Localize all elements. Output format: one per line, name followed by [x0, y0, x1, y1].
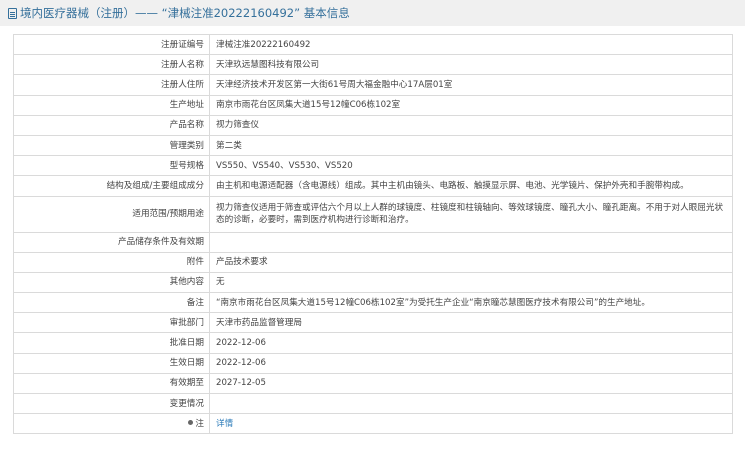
row-value: 详情 [209, 413, 733, 435]
note-label: 注 [13, 413, 210, 435]
row-value: 无 [209, 271, 733, 294]
row-label: 结构及组成/主要组成成分 [13, 175, 210, 197]
table-row: 注册证编号 津械注准20222160492 [13, 33, 733, 56]
row-label: 型号规格 [13, 155, 210, 177]
row-value: 视力筛查仪适用于筛查或评估六个月以上人群的球镜度、柱镜度和柱镜轴向、等效球镜度、… [209, 195, 733, 233]
table-row: 型号规格 VS550、VS540、VS530、VS520 [13, 155, 733, 177]
table-row: 注册人住所 天津经济技术开发区第一大街61号周大福金融中心17A层01室 [13, 74, 733, 96]
table-row: 附件 产品技术要求 [13, 251, 733, 273]
row-value: 视力筛查仪 [209, 114, 733, 136]
basic-info-table: 注册证编号 津械注准20222160492 注册人名称 天津玖远慧图科技有限公司… [13, 33, 733, 435]
row-label: 审批部门 [13, 312, 210, 334]
row-label: 管理类别 [13, 134, 210, 157]
table-row: 审批部门 天津市药品监督管理局 [13, 312, 733, 334]
row-label: 变更情况 [13, 392, 210, 415]
table-row: 生产地址 南京市雨花台区凤集大道15号12幢C06栋102室 [13, 94, 733, 116]
row-label: 适用范围/预期用途 [13, 195, 210, 233]
row-value [209, 392, 733, 415]
row-value: 由主机和电源适配器（含电源线）组成。其中主机由镜头、电路板、触摸显示屏、电池、光… [209, 175, 733, 197]
table-row: 备注 “南京市雨花台区凤集大道15号12幢C06栋102室”为受托生产企业“南京… [13, 292, 733, 314]
details-link[interactable]: 详情 [216, 419, 233, 429]
row-label: 产品储存条件及有效期 [13, 231, 210, 253]
row-label: 其他内容 [13, 271, 210, 294]
row-value: 津械注准20222160492 [209, 33, 733, 56]
row-label: 注册人住所 [13, 74, 210, 96]
table-row: 注册人名称 天津玖远慧图科技有限公司 [13, 54, 733, 76]
row-value: 天津市药品监督管理局 [209, 312, 733, 334]
row-label: 批准日期 [13, 332, 210, 354]
row-value: “南京市雨花台区凤集大道15号12幢C06栋102室”为受托生产企业“南京瞳芯慧… [209, 292, 733, 314]
table-row: 适用范围/预期用途 视力筛查仪适用于筛查或评估六个月以上人群的球镜度、柱镜度和柱… [13, 195, 733, 233]
table-row: 其他内容 无 [13, 271, 733, 294]
table-row: 批准日期 2022-12-06 [13, 332, 733, 354]
row-value: 天津玖远慧图科技有限公司 [209, 54, 733, 76]
page-title: 境内医疗器械（注册）—— “津械注准20222160492” 基本信息 [20, 6, 350, 20]
page-header: 境内医疗器械（注册）—— “津械注准20222160492” 基本信息 [0, 0, 745, 26]
table-row: 产品储存条件及有效期 [13, 231, 733, 253]
table-row: 结构及组成/主要组成成分 由主机和电源适配器（含电源线）组成。其中主机由镜头、电… [13, 175, 733, 197]
row-label: 备注 [13, 292, 210, 314]
table-row: 管理类别 第二类 [13, 134, 733, 157]
table-row: 生效日期 2022-12-06 [13, 352, 733, 374]
table-row: 注 详情 [13, 413, 733, 435]
row-label: 产品名称 [13, 114, 210, 136]
row-value: 第二类 [209, 134, 733, 157]
table-row: 有效期至 2027-12-05 [13, 372, 733, 395]
row-label: 注 [195, 418, 204, 429]
row-value: 南京市雨花台区凤集大道15号12幢C06栋102室 [209, 94, 733, 116]
row-value [209, 231, 733, 253]
pin-icon [188, 419, 194, 425]
row-value: 2022-12-06 [209, 332, 733, 354]
table-row: 变更情况 [13, 392, 733, 415]
row-value: 2022-12-06 [209, 352, 733, 374]
row-value: 产品技术要求 [209, 251, 733, 273]
row-label: 附件 [13, 251, 210, 273]
row-label: 注册人名称 [13, 54, 210, 76]
row-label: 生效日期 [13, 352, 210, 374]
row-label: 生产地址 [13, 94, 210, 116]
row-label: 有效期至 [13, 372, 210, 395]
document-icon [8, 7, 17, 19]
row-value: VS550、VS540、VS530、VS520 [209, 155, 733, 177]
row-value: 天津经济技术开发区第一大街61号周大福金融中心17A层01室 [209, 74, 733, 96]
row-value: 2027-12-05 [209, 372, 733, 395]
row-label: 注册证编号 [13, 33, 210, 56]
table-row: 产品名称 视力筛查仪 [13, 114, 733, 136]
